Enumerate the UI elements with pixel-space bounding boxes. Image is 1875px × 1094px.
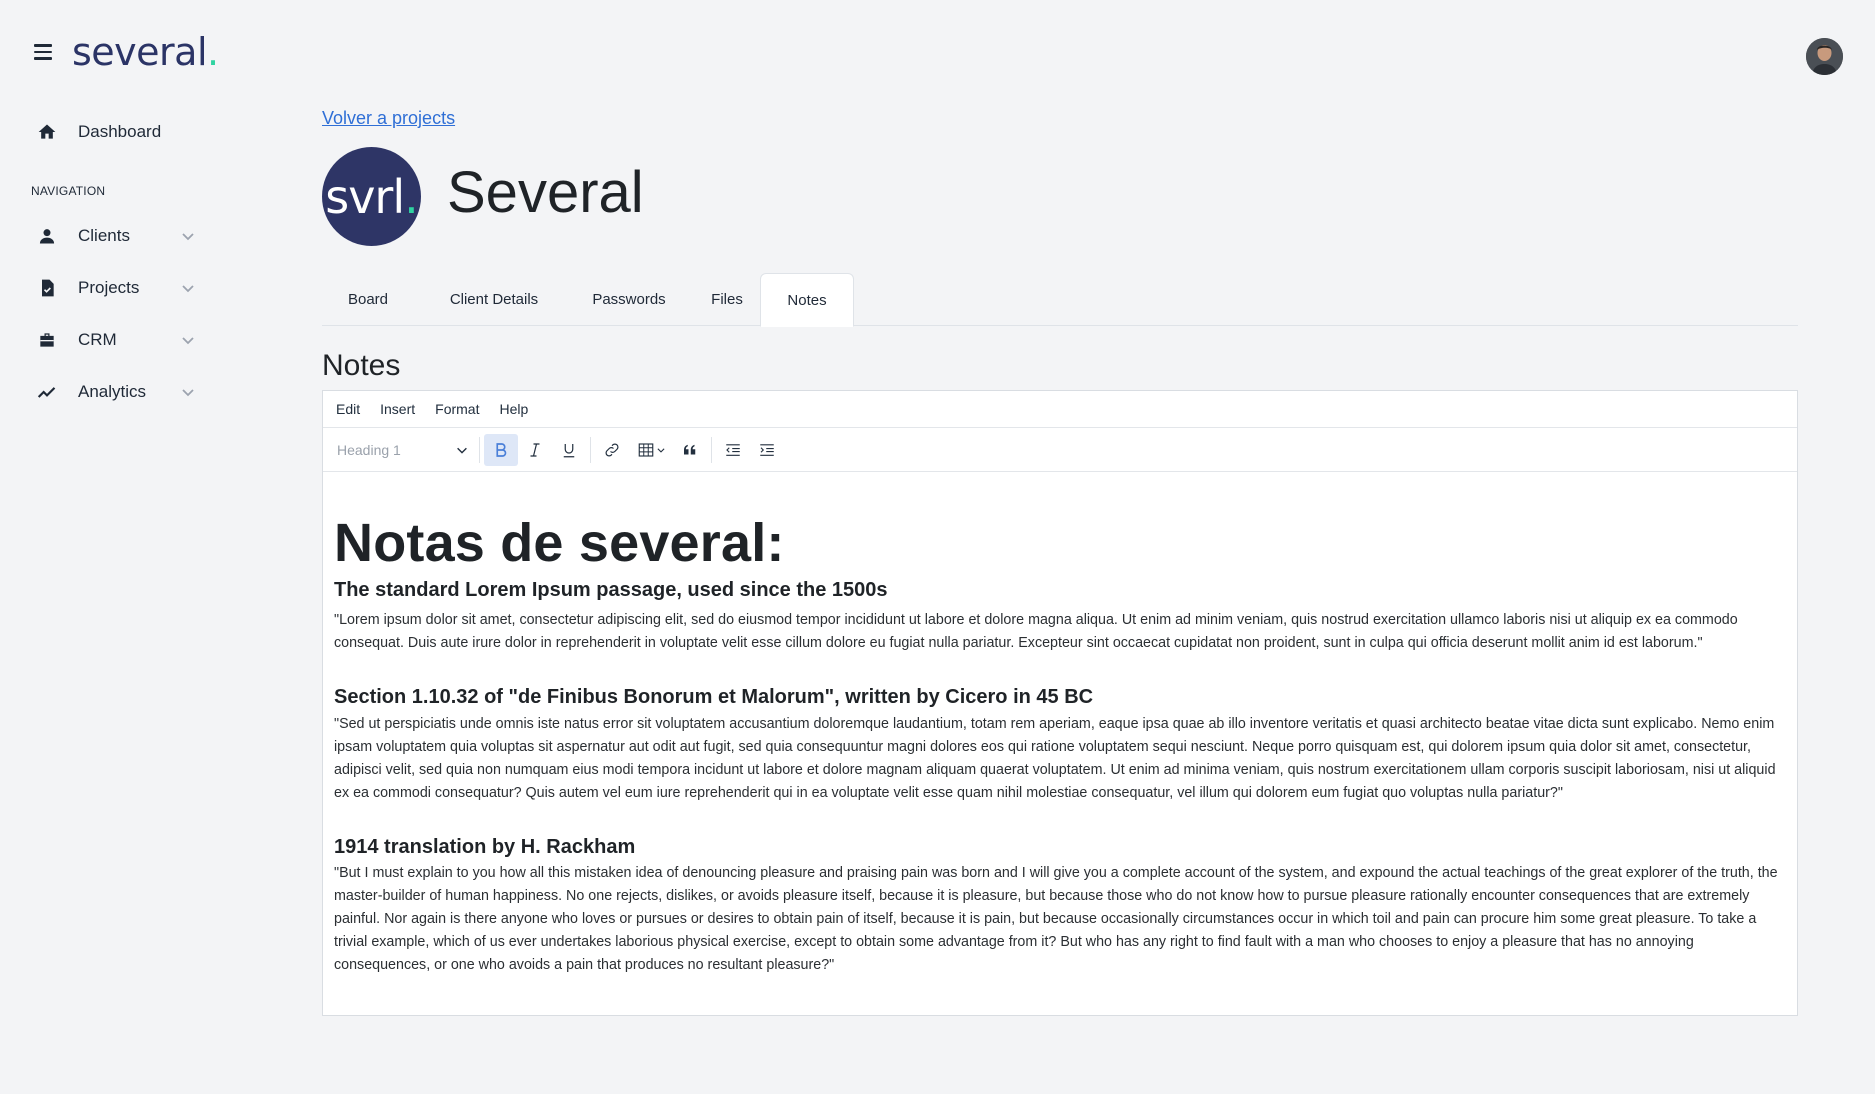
italic-icon	[530, 442, 540, 457]
project-logo: svrl.	[322, 147, 421, 246]
notes-title: Notas de several:	[334, 513, 785, 573]
notes-heading: Notes	[322, 349, 401, 382]
sidebar-item-label: Projects	[78, 278, 140, 297]
chevron-down-icon[interactable]	[180, 280, 196, 296]
toolbar-separator	[479, 436, 480, 463]
section-heading: 1914 translation by H. Rackham	[334, 836, 636, 858]
brand-dot: .	[207, 30, 219, 74]
sidebar-item-analytics[interactable]: Analytics	[36, 376, 196, 408]
chevron-down-icon	[457, 447, 467, 454]
italic-button[interactable]	[518, 434, 552, 466]
project-logo-text: svrl	[325, 169, 405, 224]
rich-text-editor: Edit Insert Format Help Heading 1 Notas …	[322, 390, 1798, 1016]
sidebar-item-label: CRM	[78, 330, 117, 349]
bold-button[interactable]	[484, 433, 518, 466]
table-icon	[638, 442, 654, 457]
brand-name: several	[72, 30, 208, 74]
project-logo-dot: .	[404, 169, 419, 224]
menu-insert[interactable]: Insert	[380, 401, 415, 417]
sidebar-item-label: Clients	[78, 226, 130, 245]
block-format-value: Heading 1	[337, 441, 401, 458]
quote-icon	[684, 444, 696, 454]
outdent-button[interactable]	[716, 434, 750, 466]
sidebar-item-clients[interactable]: Clients	[36, 220, 196, 252]
clipboard-check-icon	[36, 277, 58, 299]
user-avatar[interactable]	[1806, 38, 1843, 75]
sidebar: several. Dashboard NAVIGATION Clients Pr…	[0, 0, 230, 1094]
brand-logo[interactable]: several.	[72, 32, 219, 72]
sidebar-item-label: Dashboard	[78, 122, 162, 141]
outdent-icon	[726, 443, 740, 456]
bold-icon	[496, 442, 507, 457]
chevron-down-icon[interactable]	[180, 384, 196, 400]
table-button[interactable]	[629, 434, 673, 466]
tab-files[interactable]: Files	[694, 273, 760, 326]
home-icon	[36, 121, 58, 143]
user-icon	[36, 225, 58, 247]
trending-up-icon	[36, 381, 58, 403]
back-to-projects-link[interactable]: Volver a projects	[322, 108, 455, 129]
sidebar-item-projects[interactable]: Projects	[36, 272, 196, 304]
tab-passwords[interactable]: Passwords	[574, 273, 684, 326]
sidebar-item-label: Analytics	[78, 382, 147, 401]
menu-help[interactable]: Help	[499, 401, 528, 417]
underline-icon	[563, 443, 575, 457]
tab-board[interactable]: Board	[322, 273, 414, 326]
project-tabs: Board Client Details Passwords Files Not…	[322, 273, 1798, 327]
chevron-down-icon[interactable]	[180, 228, 196, 244]
nav-heading: NAVIGATION	[31, 184, 106, 198]
editor-content[interactable]: Notas de several: The standard Lorem Ips…	[323, 472, 1797, 977]
chevron-down-icon[interactable]	[180, 332, 196, 348]
hamburger-menu-icon[interactable]	[34, 41, 56, 63]
tab-notes[interactable]: Notes	[760, 273, 854, 327]
brand-row: several.	[34, 32, 219, 72]
section-body: "Sed ut perspiciatis unde omnis iste nat…	[334, 716, 1776, 801]
underline-button[interactable]	[552, 434, 586, 466]
briefcase-icon	[36, 329, 58, 351]
block-format-select[interactable]: Heading 1	[335, 434, 475, 466]
section-body: "Lorem ipsum dolor sit amet, consectetur…	[334, 612, 1738, 651]
toolbar-separator	[711, 436, 712, 463]
sidebar-item-crm[interactable]: CRM	[36, 324, 196, 356]
blockquote-button[interactable]	[673, 434, 707, 466]
section-body: "But I must explain to you how all this …	[334, 865, 1778, 973]
editor-toolbar: Heading 1	[323, 428, 1797, 472]
menu-format[interactable]: Format	[435, 401, 479, 417]
chevron-down-icon	[657, 447, 665, 453]
link-button[interactable]	[595, 434, 629, 466]
project-title: Several	[447, 160, 644, 225]
section-heading: The standard Lorem Ipsum passage, used s…	[334, 579, 888, 601]
link-icon	[605, 443, 619, 456]
toolbar-separator	[590, 436, 591, 463]
indent-icon	[760, 443, 774, 456]
sidebar-item-dashboard[interactable]: Dashboard	[36, 116, 196, 148]
editor-menubar: Edit Insert Format Help	[323, 391, 1797, 428]
indent-button[interactable]	[750, 434, 784, 466]
menu-edit[interactable]: Edit	[336, 401, 360, 417]
section-heading: Section 1.10.32 of "de Finibus Bonorum e…	[334, 686, 1094, 708]
tab-client-details[interactable]: Client Details	[424, 273, 564, 326]
